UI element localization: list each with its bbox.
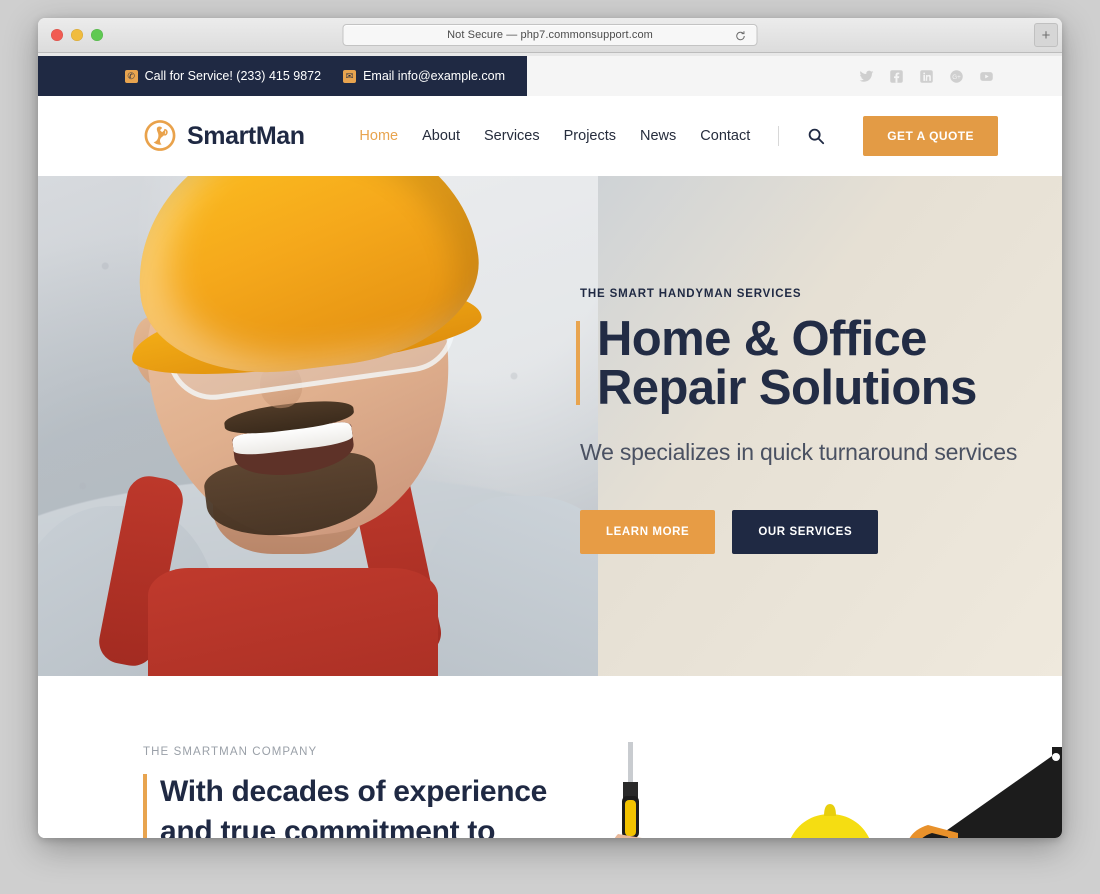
hero-eyebrow: THE SMART HANDYMAN SERVICES [580, 288, 802, 300]
topbar-phone[interactable]: ✆ Call for Service! (233) 415 9872 [124, 69, 322, 83]
nav-item-news[interactable]: News [640, 128, 676, 144]
brand-logo[interactable]: SmartMan [143, 119, 305, 153]
learn-more-button[interactable]: LEARN MORE [580, 510, 716, 554]
url-text: Not Secure — php7.commonsupport.com [447, 29, 653, 41]
topbar-phone-label: Call for Service! (233) 415 9872 [144, 69, 322, 83]
hero-accent-bar [576, 321, 580, 405]
hero-subtitle: We specializes in quick turnaround servi… [580, 439, 1018, 465]
twitter-icon[interactable] [859, 69, 874, 84]
phone-icon: ✆ [124, 69, 138, 83]
search-icon[interactable] [807, 127, 825, 145]
nav-divider [778, 126, 780, 146]
about-image [552, 736, 1062, 838]
topbar-email[interactable]: ✉ Email info@example.com [343, 69, 505, 83]
nav-item-contact[interactable]: Contact [700, 128, 750, 144]
screwdriver-icon [614, 742, 642, 838]
about-title-line-1: With decades of experience [160, 775, 548, 808]
svg-text:G+: G+ [952, 74, 961, 81]
nav-item-home[interactable]: Home [359, 128, 398, 144]
nav-item-about[interactable]: About [422, 128, 460, 144]
mail-icon: ✉ [343, 69, 357, 83]
hero-title-block: Home & Office Repair Solutions [574, 315, 1062, 413]
google-plus-icon[interactable]: G+ [949, 69, 964, 84]
new-tab-button[interactable]: + [1034, 23, 1058, 47]
hero-section: THE SMART HANDYMAN SERVICES Home & Offic… [38, 176, 1062, 676]
hero-title-line-1: Home & Office [597, 312, 927, 366]
hero-title-line-2: Repair Solutions [597, 361, 977, 415]
hero-button-group: LEARN MORE OUR SERVICES [580, 510, 1062, 554]
about-section: THE SMARTMAN COMPANY With decades of exp… [38, 676, 1062, 838]
about-accent-bar [143, 774, 147, 838]
browser-titlebar: Not Secure — php7.commonsupport.com + [38, 18, 1062, 53]
address-bar[interactable]: Not Secure — php7.commonsupport.com [342, 24, 758, 46]
main-navigation: Home About Services Projects News Contac… [359, 116, 998, 156]
handsaw-icon [909, 747, 1062, 838]
site-topbar: ✆ Call for Service! (233) 415 9872 ✉ Ema… [38, 56, 1062, 96]
reload-icon[interactable] [735, 29, 747, 41]
youtube-icon[interactable] [979, 69, 994, 84]
hero-image [38, 176, 598, 676]
linkedin-icon[interactable] [919, 69, 934, 84]
minimize-window-button[interactable] [71, 29, 83, 41]
get-a-quote-button[interactable]: GET A QUOTE [863, 116, 998, 156]
topbar-social-group: G+ [527, 56, 1062, 96]
site-header: SmartMan Home About Services Projects Ne… [38, 96, 1062, 176]
our-services-button[interactable]: OUR SERVICES [732, 510, 879, 554]
facebook-icon[interactable] [889, 69, 904, 84]
page-viewport: ✆ Call for Service! (233) 415 9872 ✉ Ema… [38, 56, 1062, 838]
nav-item-services[interactable]: Services [484, 128, 540, 144]
topbar-contact-group: ✆ Call for Service! (233) 415 9872 ✉ Ema… [38, 56, 527, 96]
nav-item-projects[interactable]: Projects [564, 128, 616, 144]
smartman-logo-icon [143, 119, 177, 153]
topbar-email-label: Email info@example.com [363, 69, 505, 83]
close-window-button[interactable] [51, 29, 63, 41]
zoom-window-button[interactable] [91, 29, 103, 41]
hero-content: THE SMART HANDYMAN SERVICES Home & Offic… [574, 176, 1062, 676]
about-title-line-2: and true commitment to [160, 814, 496, 838]
browser-window: Not Secure — php7.commonsupport.com + ✆ … [38, 18, 1062, 838]
traffic-lights [38, 29, 103, 41]
brand-name: SmartMan [187, 121, 305, 150]
